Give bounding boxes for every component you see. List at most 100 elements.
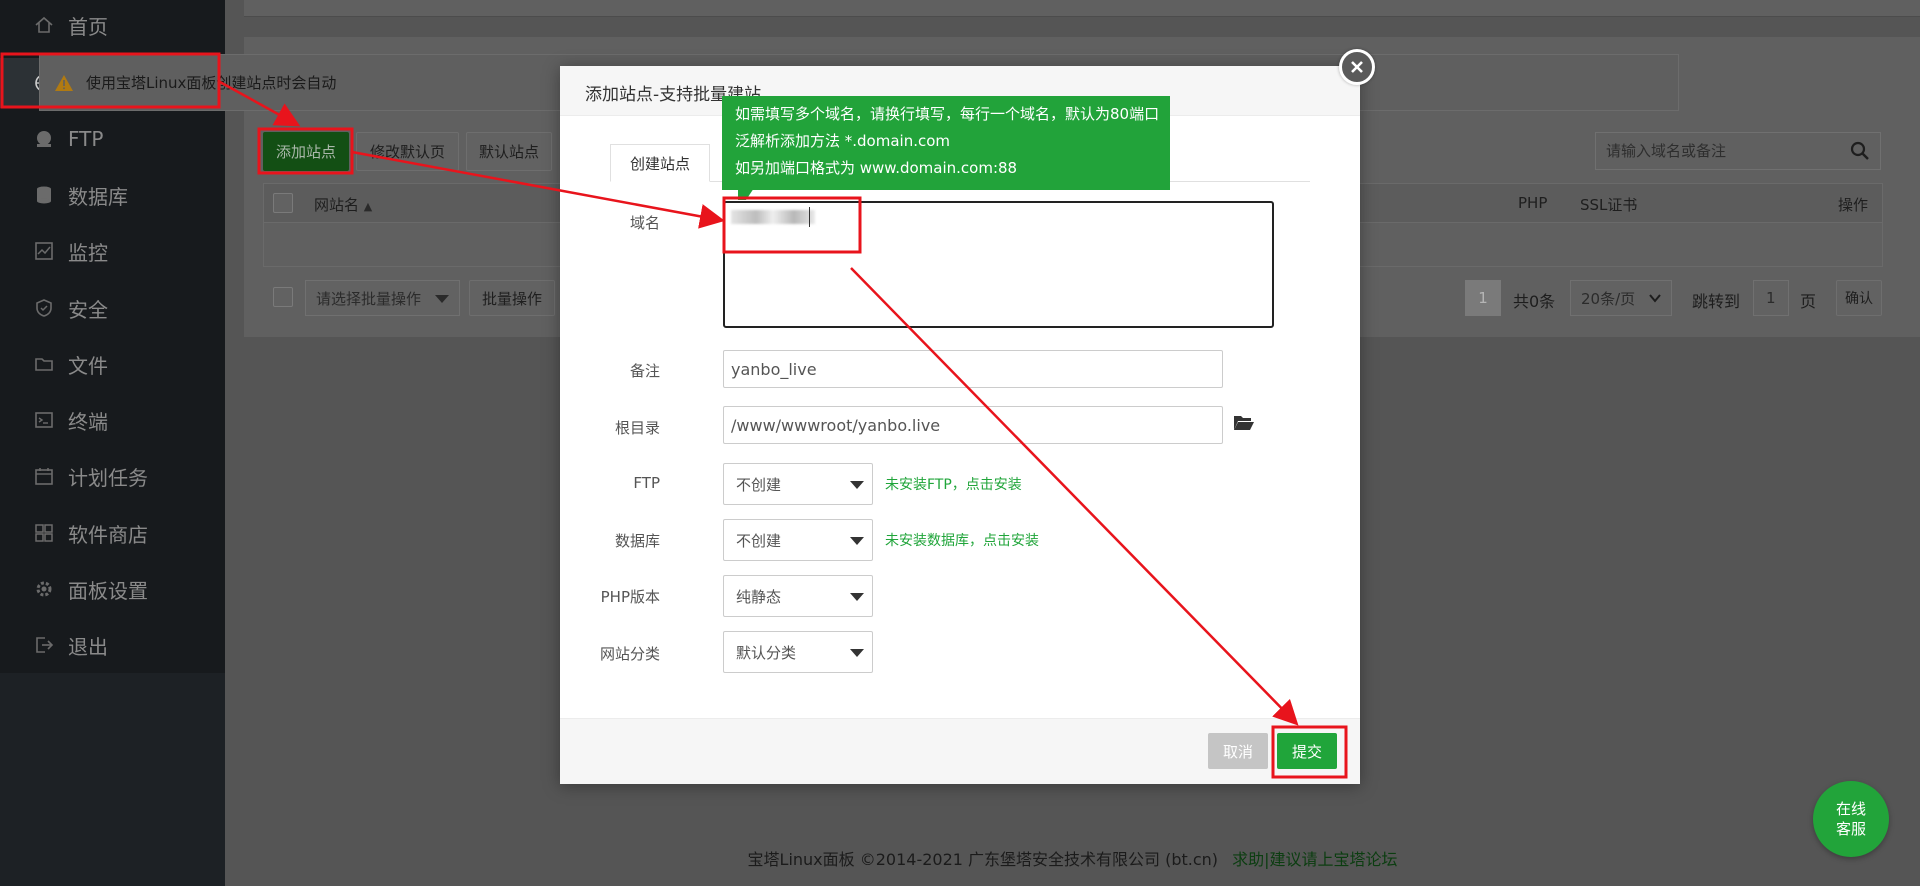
grid-icon bbox=[34, 523, 54, 543]
sidebar-item-label: 软件商店 bbox=[68, 522, 148, 547]
root-dir-label: 根目录 bbox=[614, 419, 660, 437]
close-icon bbox=[1351, 61, 1363, 73]
footer-copyright: 宝塔Linux面板 ©2014-2021 广东堡塔安全技术有限公司 (bt.cn… bbox=[747, 850, 1219, 869]
bulk-action-button[interactable]: 批量操作 bbox=[469, 280, 555, 316]
sidebar-item-label: 计划任务 bbox=[68, 465, 148, 490]
sidebar: 首页 网站 FTP 数据库 监控 bbox=[0, 0, 225, 886]
domain-label: 域名 bbox=[629, 214, 660, 232]
ftp-select[interactable]: 不创建 bbox=[723, 463, 873, 505]
ftp-globe-icon bbox=[34, 129, 54, 149]
sidebar-item-files[interactable]: 文件 bbox=[0, 339, 225, 389]
tooltip-line-2: 泛解析添加方法 *.domain.com bbox=[735, 132, 951, 150]
sidebar-item-label: 终端 bbox=[68, 409, 108, 434]
database-select[interactable]: 不创建 bbox=[723, 519, 873, 561]
search-icon[interactable] bbox=[1840, 133, 1880, 169]
sidebar-item-label: 安全 bbox=[68, 297, 108, 322]
database-icon bbox=[34, 185, 54, 205]
shield-icon bbox=[34, 298, 54, 318]
tab-create-site[interactable]: 创建站点 bbox=[610, 144, 710, 182]
sidebar-item-label: 监控 bbox=[68, 240, 108, 265]
default-site-button[interactable]: 默认站点 bbox=[466, 132, 552, 171]
sidebar-item-logout[interactable]: 退出 bbox=[0, 620, 225, 670]
tooltip-line-3: 如另加端口格式为 www.domain.com:88 bbox=[735, 159, 1018, 177]
sidebar-item-label: 数据库 bbox=[68, 184, 128, 209]
chevron-down-icon bbox=[850, 481, 864, 489]
select-all-checkbox[interactable] bbox=[273, 193, 293, 213]
sidebar-item-security[interactable]: 安全 bbox=[0, 283, 225, 333]
root-dir-input[interactable]: /www/wwwroot/yanbo.live bbox=[723, 406, 1223, 444]
sidebar-item-cron[interactable]: 计划任务 bbox=[0, 451, 225, 501]
bulk-action-select[interactable]: 请选择批量操作 bbox=[305, 280, 460, 316]
col-ssl: SSL证书 bbox=[1580, 196, 1638, 214]
tooltip-arrow bbox=[738, 188, 754, 200]
sidebar-item-home[interactable]: 首页 bbox=[0, 0, 225, 50]
chevron-down-icon bbox=[435, 295, 449, 303]
tooltip-line-1: 如需填写多个域名，请换行填写，每行一个域名，默认为80端口 bbox=[735, 105, 1160, 123]
per-page-select[interactable]: 20条/页 bbox=[1570, 280, 1672, 316]
category-select[interactable]: 默认分类 bbox=[723, 631, 873, 673]
chevron-down-icon bbox=[1649, 294, 1661, 303]
sidebar-item-terminal[interactable]: 终端 bbox=[0, 395, 225, 445]
chat-line-2: 客服 bbox=[1835, 820, 1866, 838]
pagination-total: 共0条 bbox=[1513, 292, 1556, 311]
sidebar-item-label: 首页 bbox=[68, 14, 108, 39]
remark-input[interactable]: yanbo_live bbox=[723, 350, 1223, 388]
sort-up-icon[interactable]: ▲ bbox=[364, 200, 372, 213]
sidebar-item-label: 退出 bbox=[68, 634, 108, 659]
database-label: 数据库 bbox=[614, 532, 660, 550]
col-action: 操作 bbox=[1838, 196, 1869, 214]
jump-confirm-button[interactable]: 确认 bbox=[1836, 280, 1882, 316]
col-site-name[interactable]: 网站名 ▲ bbox=[314, 194, 372, 215]
category-label: 网站分类 bbox=[599, 645, 660, 663]
sidebar-item-monitor[interactable]: 监控 bbox=[0, 226, 225, 276]
site-search bbox=[1595, 132, 1881, 170]
dialog-close-button[interactable] bbox=[1339, 49, 1375, 85]
home-icon bbox=[34, 15, 54, 35]
sidebar-item-store[interactable]: 软件商店 bbox=[0, 508, 225, 558]
sidebar-item-settings[interactable]: 面板设置 bbox=[0, 564, 225, 614]
modify-default-page-button[interactable]: 修改默认页 bbox=[356, 132, 459, 171]
php-version-label: PHP版本 bbox=[600, 588, 660, 606]
database-install-link[interactable]: 未安装数据库，点击安装 bbox=[885, 530, 1039, 550]
chat-line-1: 在线 bbox=[1835, 800, 1866, 818]
domain-textarea[interactable] bbox=[723, 201, 1274, 328]
monitor-icon bbox=[34, 241, 54, 261]
pagination-current[interactable]: 1 bbox=[1465, 280, 1501, 316]
warning-icon bbox=[55, 74, 73, 91]
calendar-icon bbox=[34, 466, 54, 486]
domain-help-tooltip: 如需填写多个域名，请换行填写，每行一个域名，默认为80端口 泛解析添加方法 *.… bbox=[722, 96, 1170, 190]
add-site-button[interactable]: 添加站点 bbox=[263, 132, 349, 171]
remark-label: 备注 bbox=[629, 362, 660, 380]
jump-page-input[interactable]: 1 bbox=[1753, 280, 1789, 316]
chevron-down-icon bbox=[850, 537, 864, 545]
page-unit-label: 页 bbox=[1800, 292, 1817, 311]
footer-help-link[interactable]: 求助|建议请上宝塔论坛 bbox=[1232, 846, 1397, 870]
bulk-select-checkbox[interactable] bbox=[273, 287, 293, 307]
sidebar-item-label: 文件 bbox=[68, 353, 108, 378]
top-card bbox=[244, 0, 1920, 17]
col-php: PHP bbox=[1518, 194, 1548, 212]
php-version-select[interactable]: 纯静态 bbox=[723, 575, 873, 617]
chevron-down-icon bbox=[850, 649, 864, 657]
dialog-footer: 取消 提交 bbox=[560, 718, 1360, 784]
ftp-label: FTP bbox=[633, 474, 660, 492]
alert-text: 使用宝塔Linux面板创建站点时会自动 bbox=[86, 74, 337, 92]
cancel-button[interactable]: 取消 bbox=[1208, 733, 1268, 769]
sidebar-item-database[interactable]: 数据库 bbox=[0, 170, 225, 220]
sidebar-item-label: 面板设置 bbox=[68, 578, 148, 603]
jump-to-label: 跳转到 bbox=[1692, 292, 1741, 311]
sidebar-item-label: FTP bbox=[68, 127, 104, 151]
text-caret bbox=[809, 207, 810, 227]
gear-icon bbox=[34, 579, 54, 599]
online-support-button[interactable]: 在线 客服 bbox=[1813, 781, 1889, 857]
logout-icon bbox=[34, 635, 54, 655]
sidebar-item-ftp[interactable]: FTP bbox=[0, 114, 225, 164]
domain-value-redacted bbox=[731, 210, 815, 224]
folder-icon bbox=[34, 354, 54, 374]
folder-open-icon[interactable] bbox=[1233, 414, 1255, 431]
submit-button[interactable]: 提交 bbox=[1277, 733, 1337, 769]
terminal-icon bbox=[34, 410, 54, 430]
chevron-down-icon bbox=[850, 593, 864, 601]
ftp-install-link[interactable]: 未安装FTP，点击安装 bbox=[885, 474, 1022, 494]
search-input[interactable] bbox=[1596, 133, 1840, 169]
